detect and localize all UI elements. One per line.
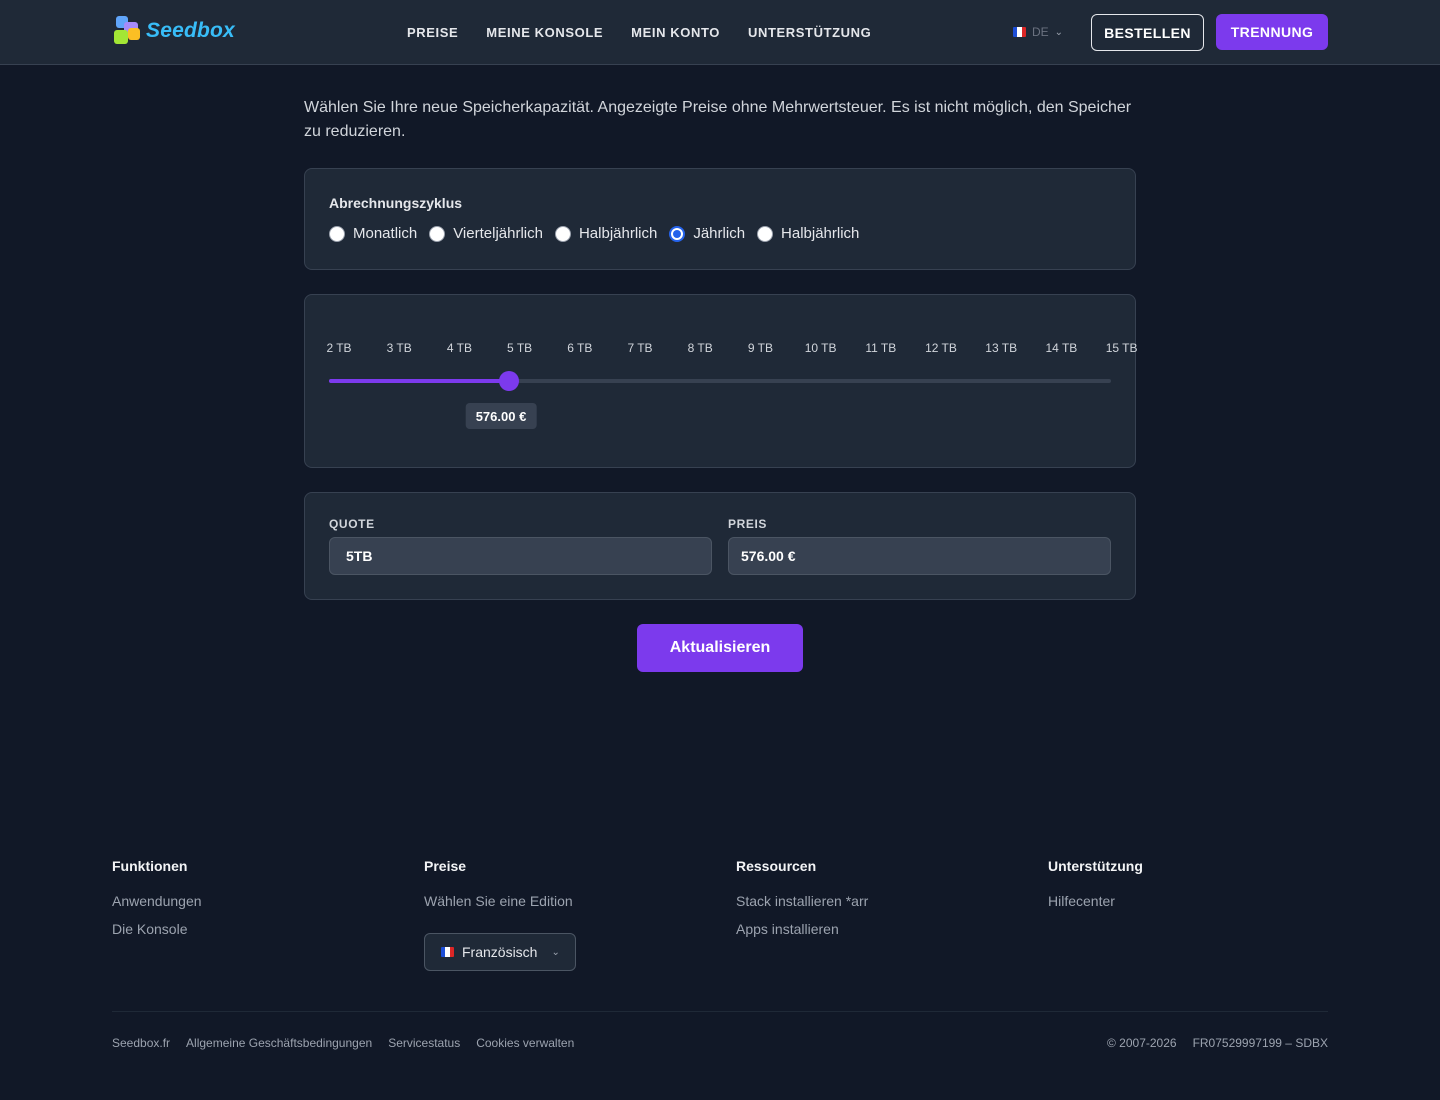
slider-tick-label[interactable]: 7 TB (627, 341, 652, 355)
billing-option-3[interactable]: Jährlich (669, 225, 745, 242)
footer-col-unterstuetzung: Unterstützung Hilfecenter (1048, 858, 1348, 920)
footer-link-seedbox[interactable]: Seedbox.fr (112, 1036, 170, 1050)
storage-slider-card: 2 TB 3 TB 4 TB 5 TB 6 TB 7 TB 8 TB 9 TB 10 TB 11 … (304, 294, 1138, 468)
order-button[interactable]: BESTELLEN (1091, 14, 1204, 51)
seedbox-logo[interactable]: Seedbox (112, 14, 252, 48)
footer-col-title: Ressourcen (736, 858, 817, 874)
price-label: PREIS (728, 517, 768, 531)
radio-button[interactable] (669, 225, 686, 242)
billing-cycle-card: Abrechnungszyklus Monatlich Vierteljährli… (304, 168, 1136, 270)
billing-option-label: Halbjährlich (578, 225, 658, 242)
billing-cycle-label: Abrechnungszyklus (329, 195, 463, 211)
logo-text: Seedbox (146, 19, 235, 42)
footer-language-label: Französisch (462, 944, 538, 960)
footer-link-hilfecenter[interactable]: Hilfecenter (1048, 892, 1348, 910)
quota-label: QUOTE (329, 517, 375, 531)
billing-option-0[interactable]: Monatlich (329, 225, 417, 242)
language-code: DE (1032, 25, 1049, 39)
slider-tick-label[interactable]: 12 TB (925, 341, 957, 355)
slider-ticks: 2 TB 3 TB 4 TB 5 TB 6 TB 7 TB 8 TB 9 TB 10 TB 11 … (305, 341, 1137, 357)
slider-track-fill (329, 379, 509, 383)
billing-option-label: Halbjährlich (781, 225, 860, 242)
footer-bottom-links: Seedbox.fr Allgemeine Geschäftsbedingung… (112, 1036, 574, 1050)
copyright-text: © 2007-2026 (1107, 1036, 1177, 1050)
nav-item-meine-konsole[interactable]: MEINE KONSOLE (486, 25, 603, 40)
footer-col-funktionen: Funktionen Anwendungen Die Konsole (112, 858, 412, 948)
slider-tick-label[interactable]: 10 TB (805, 341, 837, 355)
main-nav: PREISE MEINE KONSOLE MEIN KONTO UNTERSTÜ… (407, 0, 871, 64)
slider-tick-label[interactable]: 14 TB (1045, 341, 1077, 355)
quota-card: QUOTE 5TB PREIS 576.00 € (304, 492, 1136, 600)
footer-link-edition[interactable]: Wählen Sie eine Edition (424, 892, 724, 910)
logout-button[interactable]: TRENNUNG (1216, 14, 1328, 50)
footer-link-stack-installieren[interactable]: Stack installieren *arr (736, 892, 1036, 910)
language-switcher[interactable]: DE ⌄ (1013, 22, 1063, 42)
footer-col-title: Funktionen (112, 858, 188, 874)
billing-option-4[interactable]: Halbjährlich (757, 225, 859, 242)
top-header: Seedbox PREISE MEINE KONSOLE MEIN KONTO … (0, 0, 1440, 65)
billing-cycle-options: Monatlich Vierteljährlich Halbjährlich Jähr… (329, 225, 871, 242)
footer-link-servicestatus[interactable]: Servicestatus (388, 1036, 460, 1050)
price-field: 576.00 € (728, 537, 1111, 575)
slider-tick-label[interactable]: 5 TB (507, 341, 532, 355)
footer-language-select[interactable]: Französisch ⌄ (424, 933, 576, 971)
footer-col-ressourcen: Ressourcen Stack installieren *arr Apps … (736, 858, 1036, 948)
footer-col-preise: Preise Wählen Sie eine Edition (424, 858, 724, 920)
footer-link-cookies[interactable]: Cookies verwalten (476, 1036, 574, 1050)
footer-link-agb[interactable]: Allgemeine Geschäftsbedingungen (186, 1036, 372, 1050)
slider-tick-label[interactable]: 11 TB (865, 341, 896, 355)
slider-tick-label[interactable]: 15 TB (1106, 341, 1138, 355)
slider-tick-label[interactable]: 4 TB (447, 341, 472, 355)
billing-option-label: Monatlich (353, 225, 418, 242)
footer-divider (112, 1011, 1328, 1012)
billing-option-2[interactable]: Halbjährlich (554, 225, 658, 242)
footer-link-apps-installieren[interactable]: Apps installieren (736, 920, 1036, 938)
slider-tick-label[interactable]: 8 TB (688, 341, 713, 355)
slider-tick-label[interactable]: 6 TB (567, 341, 592, 355)
nav-item-mein-konto[interactable]: MEIN KONTO (631, 25, 720, 40)
slider-tick-label[interactable]: 9 TB (748, 341, 773, 355)
billing-option-label: Jährlich (693, 225, 746, 242)
radio-button[interactable] (554, 225, 571, 242)
slider-tick-label[interactable]: 2 TB (326, 341, 351, 355)
nav-item-preise[interactable]: PREISE (407, 25, 458, 40)
price-tooltip: 576.00 € (465, 403, 537, 429)
radio-button[interactable] (429, 225, 446, 242)
billing-option-1[interactable]: Vierteljährlich (429, 225, 543, 242)
slider-tick-label[interactable]: 13 TB (985, 341, 1017, 355)
chevron-down-icon: ⌄ (551, 946, 560, 958)
company-id-text: FR07529997199 – SDBX (1192, 1036, 1328, 1050)
chevron-down-icon: ⌄ (1054, 26, 1064, 38)
footer-link-anwendungen[interactable]: Anwendungen (112, 892, 412, 910)
french-flag-icon (441, 947, 454, 957)
quota-field: 5TB (329, 537, 712, 575)
update-button[interactable]: Aktualisieren (637, 624, 803, 672)
radio-button[interactable] (757, 225, 774, 242)
logo-cubes-icon (112, 14, 148, 48)
intro-text: Wählen Sie Ihre neue Speicherkapazität. … (304, 99, 1132, 140)
nav-item-unterstuetzung[interactable]: UNTERSTÜTZUNG (748, 25, 871, 40)
slider-tick-label[interactable]: 3 TB (387, 341, 412, 355)
footer-legal: © 2007-2026 FR07529997199 – SDBX (1107, 1036, 1328, 1050)
footer-link-die-konsole[interactable]: Die Konsole (112, 920, 412, 938)
slider-thumb[interactable] (499, 371, 519, 391)
french-flag-icon (1013, 27, 1026, 37)
slider-track[interactable] (329, 379, 1111, 383)
billing-option-label: Vierteljährlich (453, 225, 543, 242)
radio-button[interactable] (329, 225, 345, 242)
footer-col-title: Unterstützung (1048, 858, 1143, 874)
footer-col-title: Preise (424, 858, 467, 874)
